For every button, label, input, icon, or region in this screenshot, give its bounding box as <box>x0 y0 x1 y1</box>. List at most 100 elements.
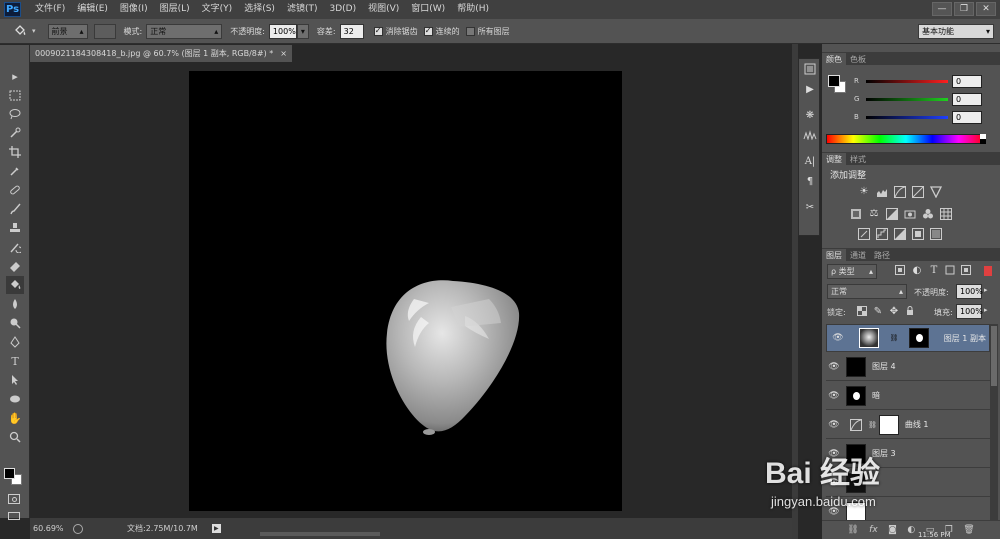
channel-mixer-icon[interactable] <box>922 208 934 220</box>
workspace-select[interactable]: 基本功能 ▾ <box>918 23 994 39</box>
paragraph-panel-icon[interactable]: ¶ <box>799 171 821 191</box>
channel-r-value[interactable]: 0 <box>952 75 982 88</box>
lock-position-icon[interactable]: ✥ <box>888 306 900 318</box>
visibility-eye-icon[interactable]: 👁 <box>826 507 842 517</box>
channel-b-value[interactable]: 0 <box>952 111 982 124</box>
dodge-tool-icon[interactable] <box>6 314 24 332</box>
status-menu-icon[interactable] <box>73 523 83 534</box>
tolerance-input[interactable]: 32 <box>339 23 364 39</box>
character-panel-icon[interactable]: A| <box>799 151 821 171</box>
healing-brush-tool-icon[interactable] <box>6 181 24 199</box>
channel-g-slider[interactable] <box>866 98 948 101</box>
menu-image[interactable]: 图像(I) <box>114 0 154 19</box>
link-layers-icon[interactable]: ⛓ <box>847 525 858 535</box>
brush-tool-icon[interactable] <box>6 200 24 218</box>
lock-pixels-icon[interactable]: ✎ <box>872 306 884 318</box>
marquee-tool-icon[interactable] <box>6 86 24 104</box>
visibility-eye-icon[interactable]: 👁 <box>826 478 842 488</box>
layer-row[interactable]: 👁 暗 <box>826 382 990 410</box>
color-lookup-icon[interactable] <box>940 208 952 220</box>
paint-bucket-tool-icon[interactable] <box>6 276 24 294</box>
tab-channels[interactable]: 通道 <box>846 249 870 261</box>
delete-layer-icon[interactable]: 🗑 <box>963 525 974 535</box>
menu-3d[interactable]: 3D(D) <box>323 0 362 19</box>
path-selection-tool-icon[interactable] <box>6 371 24 389</box>
filter-type-icon[interactable]: T <box>928 265 940 277</box>
layer-opacity-input[interactable]: 100% <box>956 284 983 299</box>
menu-layer[interactable]: 图层(L) <box>154 0 196 19</box>
eraser-tool-icon[interactable] <box>6 257 24 275</box>
layer-row[interactable]: 👁 图层 4 <box>826 353 990 381</box>
lasso-tool-icon[interactable] <box>6 105 24 123</box>
channel-r-slider[interactable] <box>866 80 948 83</box>
filter-pixel-icon[interactable] <box>894 265 906 277</box>
new-adjustment-icon[interactable]: ◐ <box>907 525 915 535</box>
lock-transparent-icon[interactable] <box>856 306 868 318</box>
brightness-icon[interactable]: ☀ <box>858 186 870 198</box>
lock-all-icon[interactable] <box>904 306 916 318</box>
brush-presets-icon[interactable]: ❋ <box>799 105 821 125</box>
hand-tool-icon[interactable]: ✋ <box>6 409 24 427</box>
screen-mode-icon[interactable] <box>8 512 20 520</box>
fill-input[interactable]: 100% <box>956 304 983 319</box>
move-tool-icon[interactable]: ▸ <box>6 67 24 85</box>
tab-paths[interactable]: 路径 <box>870 249 894 261</box>
spectrum-bw-chips[interactable] <box>980 134 986 144</box>
visibility-eye-icon[interactable]: 👁 <box>830 333 846 343</box>
vibrance-icon[interactable] <box>929 186 943 199</box>
link-icon[interactable]: ⛓ <box>868 421 877 429</box>
exposure-icon[interactable] <box>912 186 924 198</box>
visibility-eye-icon[interactable]: 👁 <box>826 420 842 430</box>
visibility-eye-icon[interactable]: 👁 <box>826 362 842 372</box>
filter-toggle[interactable] <box>984 266 992 276</box>
menu-type[interactable]: 文字(Y) <box>196 0 239 19</box>
tab-layers[interactable]: 图层 <box>822 249 846 261</box>
layer-row[interactable]: 👁 ⛓ 曲线 1 <box>826 411 990 439</box>
photo-filter-icon[interactable] <box>904 208 916 220</box>
selective-color-icon[interactable] <box>912 228 924 240</box>
fg-color-chip[interactable] <box>828 75 840 87</box>
filter-shape-icon[interactable] <box>944 265 956 277</box>
restore-button[interactable]: ❐ <box>954 2 974 16</box>
invert-icon[interactable] <box>858 228 870 240</box>
tool-presets-icon[interactable]: ✂ <box>799 197 821 217</box>
minimize-button[interactable]: — <box>932 2 952 16</box>
threshold-icon[interactable] <box>894 228 906 240</box>
menu-filter[interactable]: 滤镜(T) <box>281 0 324 19</box>
quick-select-tool-icon[interactable] <box>6 124 24 142</box>
close-button[interactable]: ✕ <box>976 2 996 16</box>
play-actions-icon[interactable]: ▶ <box>799 79 821 99</box>
clone-stamp-tool-icon[interactable] <box>6 219 24 237</box>
eyedropper-tool-icon[interactable] <box>6 162 24 180</box>
foreground-color-swatch[interactable] <box>4 468 15 479</box>
pen-tool-icon[interactable] <box>6 333 24 351</box>
document-tab[interactable]: 0009021184308418_b.jpg @ 60.7% (图层 1 副本,… <box>30 45 292 62</box>
quick-mask-icon[interactable] <box>8 494 20 504</box>
horizontal-scrollbar[interactable] <box>260 532 380 536</box>
history-brush-tool-icon[interactable] <box>6 238 24 256</box>
hue-saturation-icon[interactable] <box>850 208 862 220</box>
channel-b-slider[interactable] <box>866 116 948 119</box>
all-layers-checkbox[interactable] <box>465 26 475 36</box>
pattern-picker[interactable] <box>93 23 116 39</box>
black-white-icon[interactable] <box>886 208 898 220</box>
tab-color[interactable]: 颜色 <box>822 53 846 65</box>
contiguous-checkbox[interactable]: ✓ <box>423 26 433 36</box>
blur-tool-icon[interactable] <box>6 295 24 313</box>
paint-bucket-tool-icon[interactable] <box>8 23 32 39</box>
curves-icon[interactable] <box>894 186 906 198</box>
close-tab-icon[interactable]: × <box>280 49 287 58</box>
layer-row[interactable]: 👁 <box>826 469 990 497</box>
opacity-dropdown[interactable]: ▾ <box>296 23 309 39</box>
fill-source-select[interactable]: 前景 ▴ <box>47 23 88 39</box>
blend-mode-select[interactable]: 正常 ▴ <box>827 284 907 299</box>
document-canvas[interactable] <box>189 71 622 511</box>
posterize-icon[interactable] <box>876 228 888 240</box>
type-tool-icon[interactable]: T <box>6 352 24 370</box>
tab-adjustments[interactable]: 调整 <box>822 153 846 165</box>
gradient-map-icon[interactable] <box>930 228 942 240</box>
visibility-eye-icon[interactable]: 👁 <box>826 449 842 459</box>
color-balance-icon[interactable]: ⚖ <box>868 208 880 220</box>
tab-styles[interactable]: 样式 <box>846 153 870 165</box>
menu-file[interactable]: 文件(F) <box>29 0 71 19</box>
